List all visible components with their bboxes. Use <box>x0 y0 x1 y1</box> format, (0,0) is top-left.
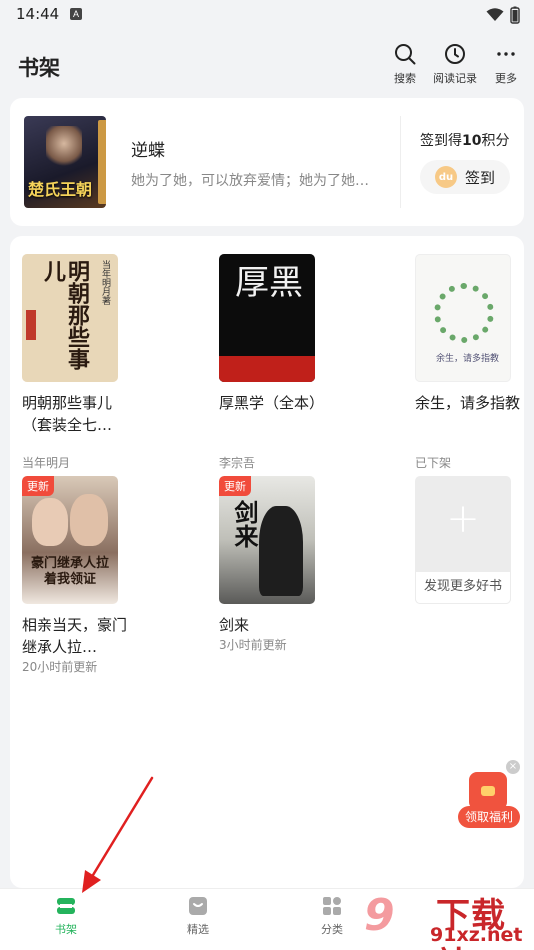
cover-seal <box>26 310 36 340</box>
divider <box>400 116 401 208</box>
welfare-float[interactable]: × 领取福利 <box>456 760 522 828</box>
category-icon <box>323 897 341 915</box>
book-title[interactable]: 剑来 <box>219 614 329 636</box>
close-icon[interactable]: × <box>506 760 520 774</box>
recommended-book-cover[interactable]: 楚氏王朝 <box>24 116 106 208</box>
cover-band <box>219 356 315 382</box>
book-update-time: 20小时前更新 <box>22 660 98 674</box>
cover-figure <box>46 126 82 170</box>
update-badge: 更新 <box>219 476 251 496</box>
book-update-time: 3小时前更新 <box>219 638 287 652</box>
tab-label: 精选 <box>187 923 209 936</box>
clock-icon <box>445 44 465 64</box>
tab-label: 书架 <box>55 923 77 936</box>
cover-title-art: 豪门继承人拉着我领证 <box>30 556 109 587</box>
book-title[interactable]: 厚黑学（全本） <box>219 392 329 414</box>
watermark-url: 91xz.net <box>430 924 523 946</box>
book-title[interactable]: 相亲当天，豪门继承人拉… <box>22 614 132 658</box>
book-cover[interactable]: 剑来 更新 <box>219 476 315 604</box>
book-title[interactable]: 余生，请多指教 <box>415 392 525 414</box>
book-cover[interactable]: 明朝那些事儿 当年明月著 <box>22 254 118 382</box>
recommended-book-title[interactable]: 逆蝶 <box>131 136 165 161</box>
checkin-reward-text: 签到得10积分 <box>420 133 510 149</box>
more-icon <box>497 52 515 56</box>
recommendation-card[interactable]: 楚氏王朝 逆蝶 她为了她，可以放弃爱情；她为了她… 签到得10积分 du 签到 <box>10 98 524 226</box>
checkin-button[interactable]: du 签到 <box>420 160 510 194</box>
update-badge: 更新 <box>22 476 54 496</box>
book-title[interactable]: 明朝那些事儿（套装全七… <box>22 392 132 436</box>
status-time: 14:44 <box>16 5 60 23</box>
cover-title-art: 剑来 <box>230 500 258 548</box>
cover-title-art: 明朝那些事儿 <box>40 260 89 370</box>
battery-icon <box>510 6 520 24</box>
bookshelf-grid: 明朝那些事儿 当年明月著 明朝那些事儿（套装全七… 当年明月 厚黑 厚黑学（全本… <box>10 236 524 888</box>
book-author: 李宗吾 <box>219 456 256 470</box>
book-cover[interactable]: 豪门继承人拉着我领证 更新 <box>22 476 118 604</box>
wifi-icon <box>486 8 504 21</box>
cover-stack <box>98 120 106 204</box>
book-author: 当年明月 <box>22 456 71 470</box>
search-label: 搜索 <box>394 72 416 85</box>
welfare-label: 领取福利 <box>458 806 520 828</box>
red-envelope-icon <box>469 772 507 810</box>
cover-figure <box>70 494 108 546</box>
watermark: 9 下载站 91xz.net <box>360 888 534 950</box>
page-title: 书架 <box>18 56 60 80</box>
book-cover[interactable]: 厚黑 <box>219 254 315 382</box>
tab-label: 分类 <box>321 923 343 936</box>
plus-icon: + <box>446 496 480 542</box>
more-label: 更多 <box>495 72 517 85</box>
add-book-button[interactable]: + 发现更多好书 <box>415 476 511 604</box>
cover-wreath <box>434 283 494 343</box>
checkin-points: 10 <box>462 133 482 149</box>
checkin-button-label: 签到 <box>464 168 495 187</box>
bookshelf-icon <box>57 898 75 914</box>
more-button[interactable]: 更多 <box>476 42 534 86</box>
tab-bookshelf[interactable]: 书架 <box>26 895 106 937</box>
notification-icon: A <box>70 8 82 20</box>
cover-author-art: 当年明月著 <box>100 260 110 305</box>
reading-history-label: 阅读记录 <box>433 72 477 85</box>
cover-title-art: 楚氏王朝 <box>28 180 93 199</box>
status-bar: 14:44 A <box>0 0 534 30</box>
search-icon <box>395 44 416 65</box>
cover-figure <box>32 498 68 546</box>
coin-icon: du <box>434 166 457 188</box>
watermark-logo: 9 <box>364 890 395 941</box>
book-cover[interactable]: 余生，请多指教 <box>415 254 511 382</box>
tab-featured[interactable]: 精选 <box>158 895 238 937</box>
featured-icon <box>189 897 207 915</box>
discover-more-label: 发现更多好书 <box>415 572 511 604</box>
book-status: 已下架 <box>415 456 452 470</box>
header: 书架 搜索 阅读记录 更多 <box>0 30 534 94</box>
cover-title-art: 厚黑 <box>235 263 303 303</box>
recommended-book-description: 她为了她，可以放弃爱情；她为了她… <box>131 173 369 189</box>
cover-title-art: 余生，请多指教 <box>436 354 500 364</box>
cover-figure <box>259 506 303 596</box>
status-icons <box>486 6 520 24</box>
